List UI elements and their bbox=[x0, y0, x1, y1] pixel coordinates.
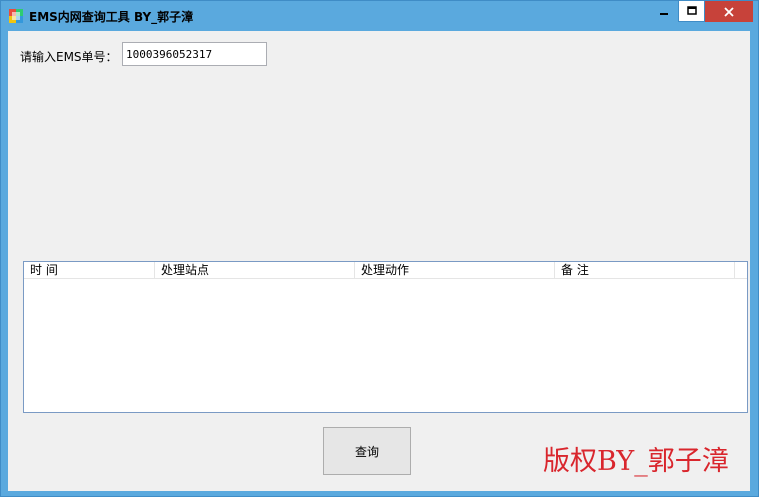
close-button[interactable] bbox=[705, 1, 753, 22]
app-window: EMS内网查询工具 BY_郭子漳 请输入EMS单号： 时 间 处理站点 处理 bbox=[0, 0, 759, 497]
list-header: 时 间 处理站点 处理动作 备 注 bbox=[24, 262, 747, 279]
ems-number-label: 请输入EMS单号： bbox=[20, 50, 118, 64]
maximize-icon bbox=[686, 6, 697, 15]
app-icon bbox=[9, 9, 23, 23]
close-icon bbox=[724, 6, 734, 17]
copyright-text: 版权BY_郭子漳 bbox=[543, 446, 729, 477]
query-button[interactable]: 查询 bbox=[323, 427, 411, 475]
column-header-remarks[interactable]: 备 注 bbox=[555, 262, 735, 279]
minimize-button[interactable] bbox=[650, 1, 677, 22]
window-title: EMS内网查询工具 BY_郭子漳 bbox=[29, 10, 194, 24]
column-header-time[interactable]: 时 间 bbox=[24, 262, 155, 279]
title-bar[interactable]: EMS内网查询工具 BY_郭子漳 bbox=[1, 1, 758, 31]
column-header-station[interactable]: 处理站点 bbox=[155, 262, 355, 279]
maximize-button[interactable] bbox=[678, 1, 705, 22]
ems-number-input[interactable] bbox=[122, 42, 267, 66]
minimize-icon bbox=[659, 12, 668, 15]
client-area: 请输入EMS单号： 时 间 处理站点 处理动作 备 注 查询 版权BY_郭子漳 bbox=[8, 31, 750, 491]
column-header-filler bbox=[735, 262, 747, 279]
column-header-action[interactable]: 处理动作 bbox=[355, 262, 555, 279]
tracking-list[interactable]: 时 间 处理站点 处理动作 备 注 bbox=[23, 261, 748, 413]
